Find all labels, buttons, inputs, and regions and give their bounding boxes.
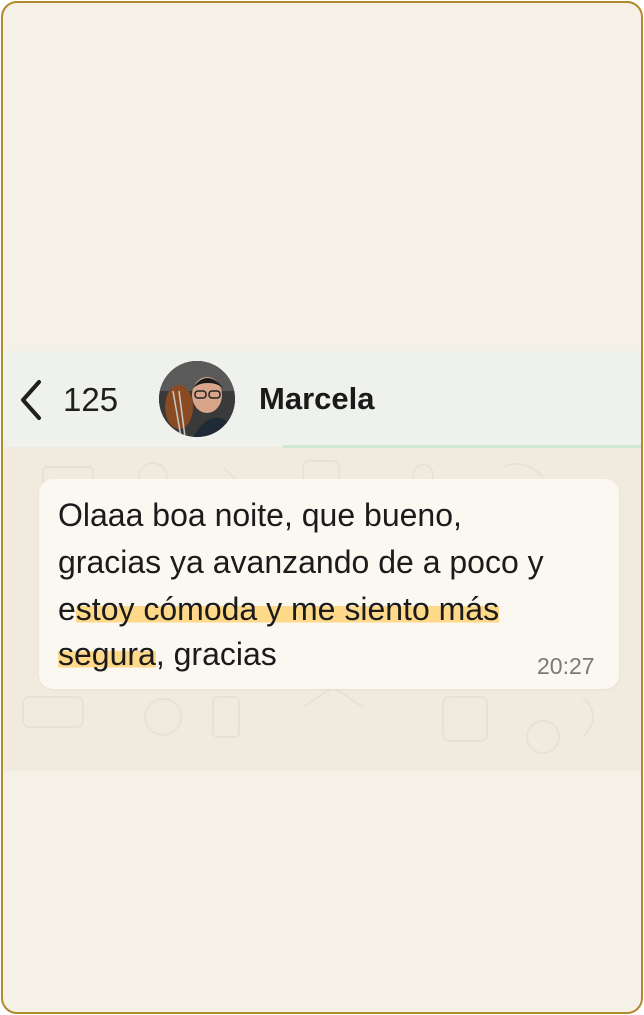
- header-divider: [283, 445, 641, 448]
- avatar-photo: [159, 361, 235, 437]
- screenshot-card: 125 Marcela Olaaa boa noite, que bueno, …: [1, 1, 643, 1014]
- contact-name[interactable]: Marcela: [259, 381, 374, 417]
- message-text: e: [58, 591, 76, 627]
- message-line-3: estoy cómoda y me siento más: [58, 591, 500, 627]
- message-line-1: Olaaa boa noite, que bueno,: [58, 497, 462, 533]
- message-line-2: gracias ya avanzando de a poco y: [58, 544, 544, 580]
- chevron-left-icon: [21, 380, 41, 420]
- message-line-4: segura, gracias: [58, 636, 277, 672]
- avatar[interactable]: [159, 361, 235, 437]
- message-timestamp: 20:27: [537, 653, 595, 679]
- back-button[interactable]: 125: [17, 377, 118, 423]
- highlighted-text: stoy cómoda y me siento más: [75, 591, 500, 627]
- highlighted-text: segura: [58, 636, 156, 672]
- message-text: , gracias: [155, 636, 277, 672]
- unread-count: 125: [63, 381, 119, 418]
